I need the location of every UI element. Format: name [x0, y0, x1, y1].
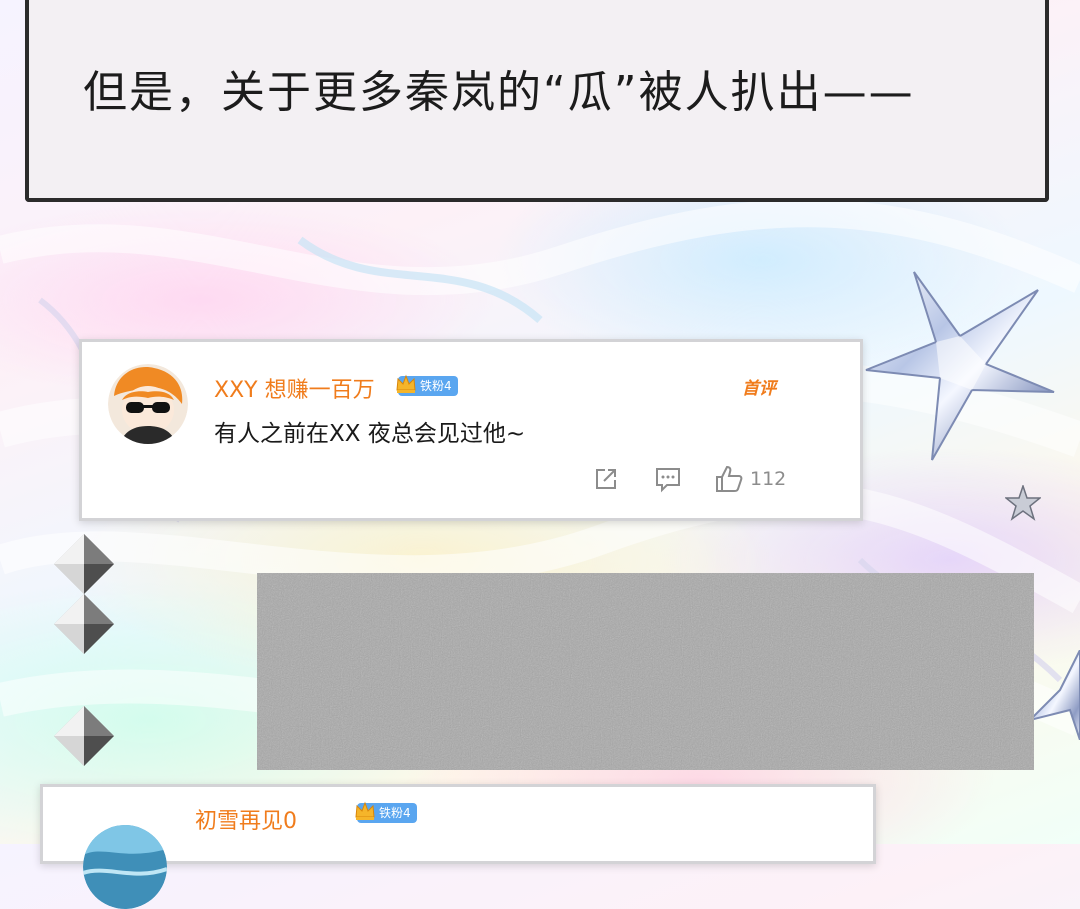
- thumbs-up-icon: [716, 465, 743, 492]
- chrome-star-icon: [865, 271, 1055, 461]
- chrome-star-partial-icon: [1030, 650, 1080, 740]
- comment-body: 有人之前在XX 夜总会见过他~: [214, 421, 526, 447]
- avatar[interactable]: [108, 364, 188, 444]
- silver-diamond-icon: [54, 594, 114, 654]
- avatar[interactable]: [83, 825, 167, 909]
- username[interactable]: XXY 想赚一百万: [214, 372, 375, 404]
- silver-diamond-icon: [54, 706, 114, 766]
- fan-badge-label: 铁粉4: [379, 806, 411, 820]
- username[interactable]: 初雪再见0: [195, 803, 297, 835]
- comment-card: XXY 想赚一百万 铁粉4 首评 有人之前在XX 夜总会见过他~ 112: [79, 339, 863, 521]
- fan-badge: 铁粉4: [355, 801, 417, 823]
- first-comment-label: 首评: [742, 379, 776, 399]
- crown-icon: [396, 374, 416, 393]
- crown-icon: [355, 801, 375, 820]
- fan-badge-label: 铁粉4: [420, 379, 452, 393]
- share-icon: [596, 469, 616, 489]
- comment-card: 初雪再见0 铁粉4: [40, 784, 876, 909]
- reply-button[interactable]: [654, 464, 682, 494]
- like-button[interactable]: 112: [714, 464, 786, 494]
- caption-box: 但是，关于更多秦岚的“瓜”被人扒出——: [25, 0, 1049, 202]
- redacted-image: [257, 573, 1034, 770]
- small-star-icon: [1005, 485, 1041, 521]
- fan-badge: 铁粉4: [396, 374, 458, 396]
- silver-diamond-icon: [54, 534, 114, 594]
- share-button[interactable]: [592, 464, 620, 494]
- comment-icon: [656, 468, 680, 493]
- like-count: 112: [750, 468, 787, 490]
- caption-text: 但是，关于更多秦岚的“瓜”被人扒出——: [83, 67, 915, 118]
